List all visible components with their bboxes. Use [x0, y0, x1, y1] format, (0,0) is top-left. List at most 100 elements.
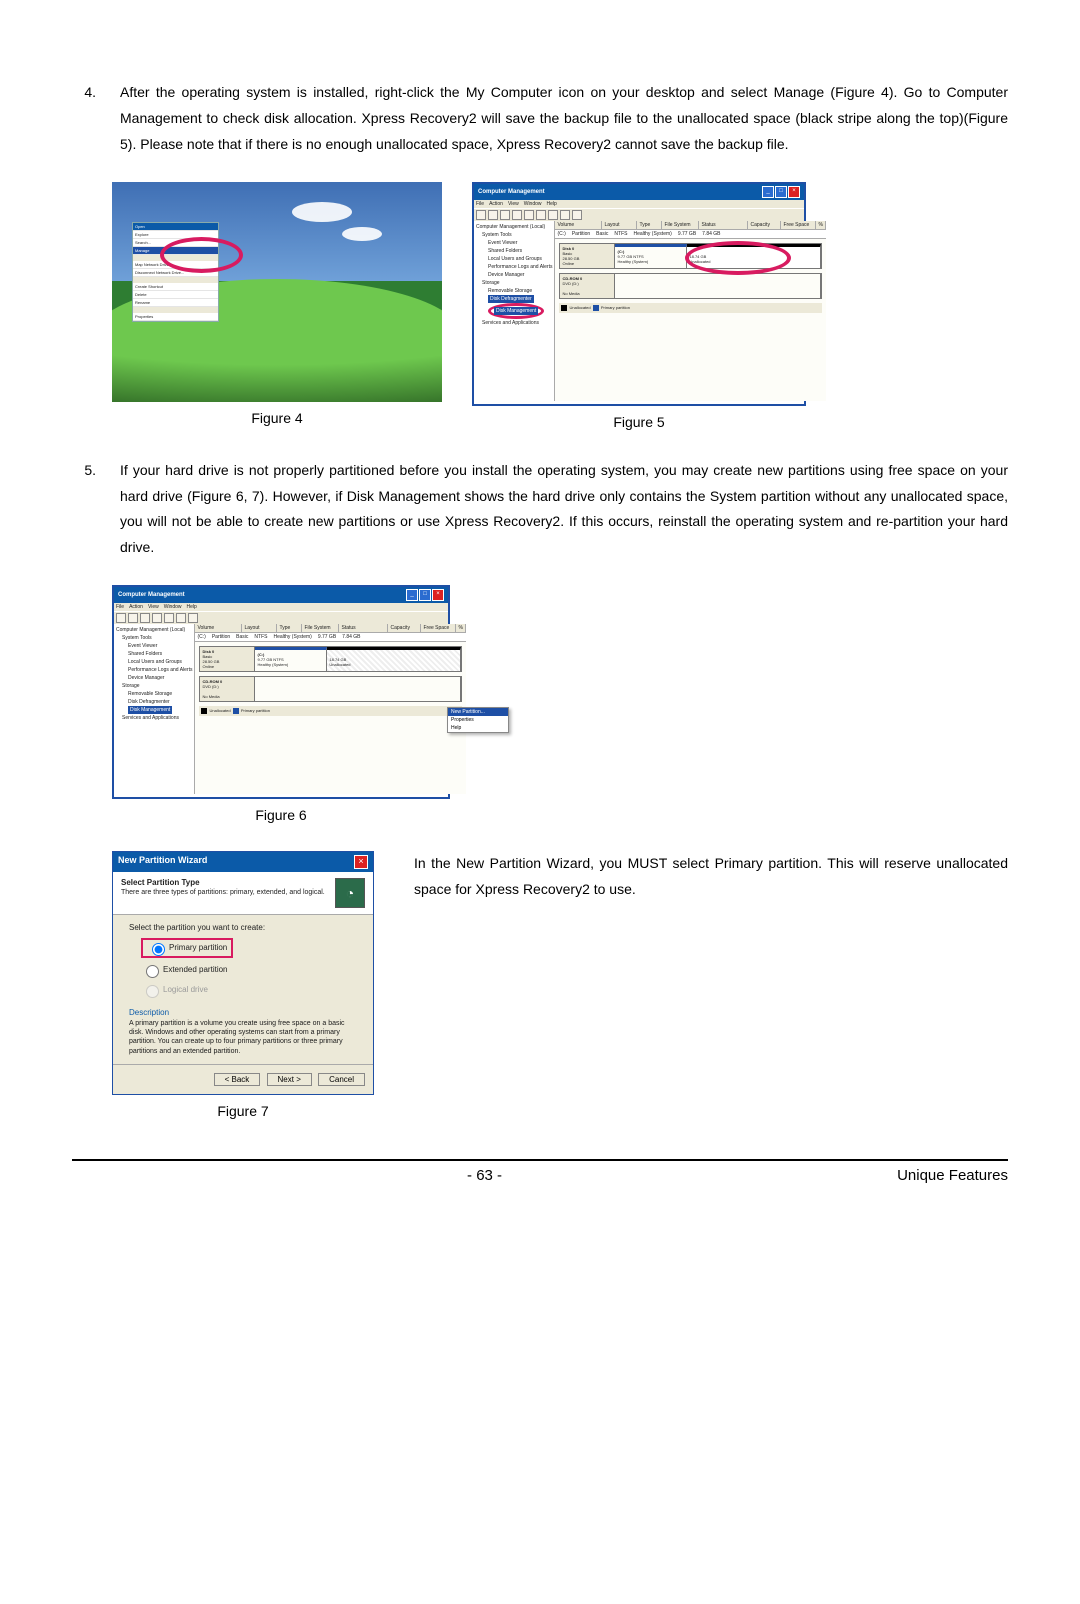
footer-rule	[72, 1159, 1008, 1161]
partition-unallocated[interactable]: 18.74 GB Unallocated	[327, 647, 461, 671]
window-buttons[interactable]: _□×	[761, 186, 800, 198]
menu-item-help[interactable]: Help	[448, 724, 508, 732]
menu-action[interactable]: Action	[489, 201, 503, 207]
option-extended[interactable]: Extended partition	[141, 960, 357, 980]
maximize-icon: □	[419, 589, 431, 601]
disk-icon: ◔	[335, 878, 365, 908]
figure-5: Computer Management _□× File Action View…	[472, 182, 806, 430]
legend: Unallocated Primary partition	[559, 303, 821, 313]
menu-item[interactable]: Properties	[133, 313, 218, 321]
step-4-text: After the operating system is installed,…	[120, 80, 1008, 158]
menu-item[interactable]: Open	[133, 223, 218, 231]
disk-pane: Disk 0 Basic 28.50 GB Online (C:) 9.77 G…	[555, 238, 825, 401]
tree-item[interactable]: Performance Logs and Alerts	[116, 666, 192, 674]
option-logical: Logical drive	[141, 980, 357, 1000]
toolbar[interactable]	[114, 611, 448, 624]
page-footer: - 63 - Unique Features	[72, 1167, 1008, 1184]
cancel-button[interactable]: Cancel	[318, 1073, 365, 1086]
tree-storage[interactable]: Storage	[476, 279, 552, 287]
tree-root[interactable]: Computer Management (Local)	[116, 626, 192, 634]
tree-system-tools[interactable]: System Tools	[476, 231, 552, 239]
menubar[interactable]: File Action View Window Help	[114, 603, 448, 611]
tree-disk-management[interactable]: Disk Management	[476, 303, 552, 319]
t: to check disk allocation. Xpress Recover…	[120, 110, 1008, 152]
tree-item[interactable]: Event Viewer	[476, 239, 552, 247]
tree-item[interactable]: Disk Defragmenter	[116, 698, 192, 706]
menu-view[interactable]: View	[508, 201, 519, 207]
volume-table-header: Volume Layout Type File System Status Ca…	[555, 221, 825, 230]
tree-item[interactable]: Disk Defragmenter	[476, 295, 552, 303]
menu-item-new-partition[interactable]: New Partition...	[448, 708, 508, 716]
tree-item[interactable]: System Tools	[116, 634, 192, 642]
cell: NTFS	[254, 634, 267, 640]
next-button[interactable]: Next >	[267, 1073, 312, 1086]
radio-primary[interactable]	[152, 943, 165, 956]
context-menu-partition[interactable]: New Partition... Properties Help	[447, 707, 509, 733]
nav-tree[interactable]: Computer Management (Local) System Tools…	[114, 624, 195, 794]
col: Status	[339, 624, 388, 632]
tree-item[interactable]: Removable Storage	[476, 287, 552, 295]
col: Free Space	[781, 221, 816, 229]
menu-window[interactable]: Window	[164, 604, 182, 610]
menu-item[interactable]: Delete	[133, 291, 218, 299]
tree-item[interactable]: Local Users and Groups	[476, 255, 552, 263]
legend: Unallocated Primary partition	[199, 706, 461, 716]
cell: Partition	[572, 231, 590, 237]
col: %	[816, 221, 825, 229]
tree-item[interactable]: Shared Folders	[116, 650, 192, 658]
radio-extended[interactable]	[146, 965, 159, 978]
tree-item[interactable]: Performance Logs and Alerts	[476, 263, 552, 271]
volume-row[interactable]: (C:) Partition Basic NTFS Healthy (Syste…	[555, 230, 825, 238]
cdrom-label: CD-ROM 0 DVD (D:) No Media	[560, 274, 615, 298]
menubar[interactable]: File Action View Window Help	[474, 200, 804, 208]
tree-item[interactable]: Device Manager	[116, 674, 192, 682]
menu-window[interactable]: Window	[524, 201, 542, 207]
content-pane: Volume Layout Type File System Status Ca…	[555, 221, 825, 401]
option-primary[interactable]: Primary partition	[141, 936, 357, 960]
col: File System	[302, 624, 339, 632]
tree-item[interactable]: Services and Applications	[116, 714, 192, 722]
minimize-icon: _	[762, 186, 774, 198]
menu-file[interactable]: File	[116, 604, 124, 610]
menu-file[interactable]: File	[476, 201, 484, 207]
menu-help[interactable]: Help	[547, 201, 557, 207]
tree-item[interactable]: Event Viewer	[116, 642, 192, 650]
menu-action[interactable]: Action	[129, 604, 143, 610]
partition-c[interactable]: (C:) 9.77 GB NTFS Healthy (System)	[615, 244, 687, 268]
volume-row[interactable]: (C:) Partition Basic NTFS Healthy (Syste…	[195, 633, 465, 641]
tree-item[interactable]: Shared Folders	[476, 247, 552, 255]
disk-pane: Disk 0 Basic 28.50 GB Online (C:) 9.7	[195, 641, 465, 794]
window-buttons[interactable]: _□×	[405, 589, 444, 601]
cell: Basic	[596, 231, 608, 237]
winxp-desktop: Open Explore Search... Manage Map Networ…	[112, 182, 442, 402]
tree-item[interactable]: Storage	[116, 682, 192, 690]
volume-table-header: Volume Layout Type File System Status Ca…	[195, 624, 465, 633]
col: File System	[662, 221, 699, 229]
tree-root[interactable]: Computer Management (Local)	[476, 223, 552, 231]
menu-view[interactable]: View	[148, 604, 159, 610]
figure-4-caption: Figure 4	[251, 410, 302, 426]
col: Status	[699, 221, 748, 229]
tree-item[interactable]: Removable Storage	[116, 690, 192, 698]
close-icon: ×	[788, 186, 800, 198]
close-icon[interactable]: ×	[354, 855, 368, 869]
menu-item[interactable]: Rename	[133, 299, 218, 307]
menu-item-properties[interactable]: Properties	[448, 716, 508, 724]
tree-disk-management[interactable]: Disk Management	[116, 706, 192, 714]
menu-item[interactable]: Create Shortcut	[133, 283, 218, 291]
t: (Figure 4). Go to	[824, 84, 946, 100]
cell: NTFS	[614, 231, 627, 237]
back-button[interactable]: < Back	[214, 1073, 261, 1086]
partition-c[interactable]: (C:) 9.77 GB NTFS Healthy (System)	[255, 647, 327, 671]
cell: Basic	[236, 634, 248, 640]
tree-item[interactable]: Device Manager	[476, 271, 552, 279]
menu-help[interactable]: Help	[187, 604, 197, 610]
wizard-heading: Select Partition Type	[121, 878, 200, 887]
tree-services[interactable]: Services and Applications	[476, 319, 552, 327]
nav-tree[interactable]: Computer Management (Local) System Tools…	[474, 221, 555, 401]
tree-item[interactable]: Local Users and Groups	[116, 658, 192, 666]
new-partition-wizard: New Partition Wizard × Select Partition …	[112, 851, 374, 1094]
figure-7: New Partition Wizard × Select Partition …	[112, 851, 374, 1118]
toolbar[interactable]	[474, 208, 804, 221]
t: In the New Partition Wizard, you MUST se…	[414, 855, 715, 871]
